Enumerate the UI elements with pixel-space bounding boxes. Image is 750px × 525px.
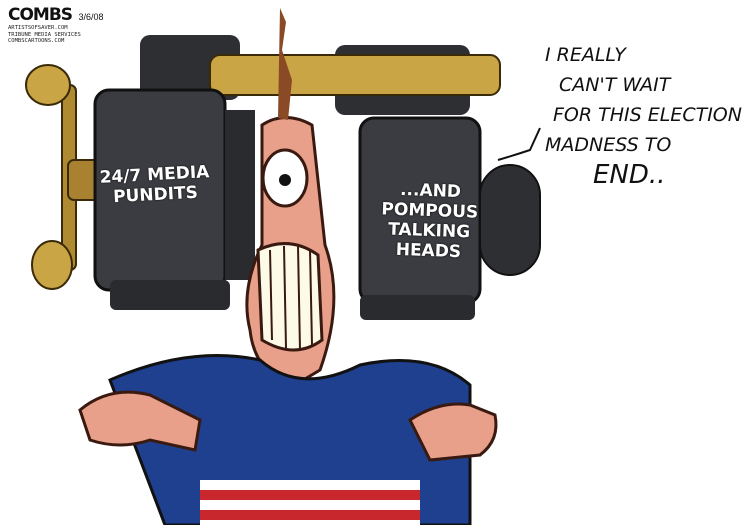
signature-date: 3/6/08: [78, 12, 104, 22]
speech-text: I REALLY CAN'T WAIT FOR THIS ELECTION MA…: [545, 40, 745, 190]
artist-name: COMBS: [8, 5, 73, 25]
artist-signature: COMBS 3/6/08 ARTISTSOFSAVER.COM TRIBUNE …: [8, 6, 128, 45]
signature-line: COMBSCARTOONS.COM: [8, 38, 65, 44]
speech-line: CAN'T WAIT: [559, 74, 671, 96]
speech-pointer: [497, 127, 541, 161]
left-jaw-label: 24/7 MEDIA PUNDITS: [99, 162, 210, 208]
speech-line: END..: [593, 160, 666, 190]
right-jaw-label: ...AND POMPOUS TALKING HEADS: [381, 179, 479, 263]
speech-line: MADNESS TO: [545, 134, 672, 156]
speech-line: I REALLY: [545, 44, 626, 66]
speech-line: FOR THIS ELECTION: [553, 104, 742, 126]
